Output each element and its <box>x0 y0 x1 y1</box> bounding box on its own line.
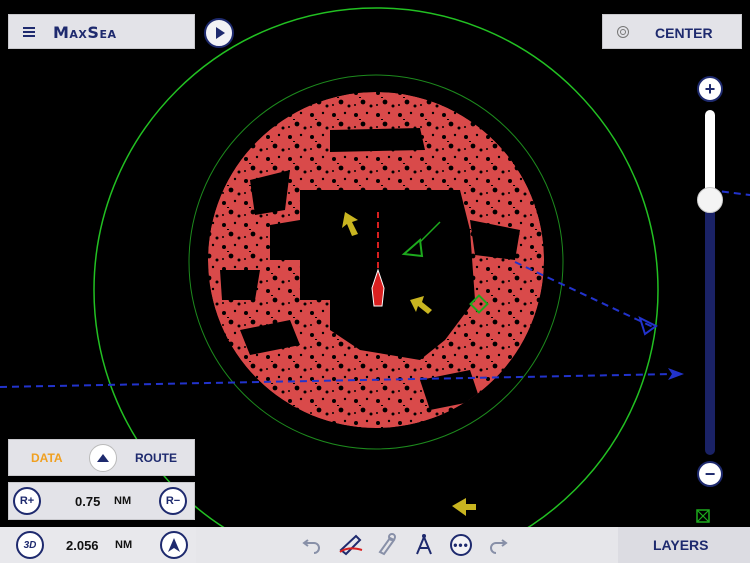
triangle-up-icon <box>97 454 109 462</box>
target-icon <box>617 26 629 38</box>
toggle-panel-button[interactable] <box>89 444 117 472</box>
app-header: MaxSea <box>8 14 195 49</box>
play-icon <box>216 27 225 39</box>
tools-icon[interactable] <box>376 532 398 556</box>
more-icon[interactable]: ••• <box>450 534 472 556</box>
range-unit: NM <box>114 495 132 507</box>
route-tab[interactable]: ROUTE <box>135 451 177 465</box>
range-increase-button[interactable]: R+ <box>13 487 41 515</box>
scale-value: 2.056 <box>66 538 99 553</box>
range-decrease-button[interactable]: R− <box>159 487 187 515</box>
zoom-track-lower <box>705 200 715 455</box>
boat-route-icon[interactable] <box>338 532 364 556</box>
compass-draw-icon[interactable] <box>414 532 434 556</box>
scale-unit: NM <box>115 539 133 551</box>
toolbar: ••• <box>196 527 618 563</box>
route-marker-icon <box>638 316 658 336</box>
orientation-button[interactable] <box>160 531 188 559</box>
zoom-out-button[interactable]: − <box>697 461 723 487</box>
data-route-panel: DATA ROUTE <box>8 439 195 476</box>
target-arrow-icon <box>452 498 476 516</box>
plus-icon: + <box>704 79 716 99</box>
range-panel: R+ 0.75 NM R− <box>8 482 195 520</box>
north-arrow-icon <box>168 538 180 552</box>
app-logo: MaxSea <box>53 23 117 42</box>
data-tab[interactable]: DATA <box>31 451 63 465</box>
redo-icon[interactable] <box>488 534 508 554</box>
layers-button[interactable]: LAYERS <box>618 527 750 563</box>
range-minus-label: R− <box>165 495 181 507</box>
route-arrow-icon <box>668 368 684 380</box>
minus-icon: − <box>704 464 716 484</box>
bottom-bar-left: 3D 2.056 NM <box>0 527 196 563</box>
hamburger-icon[interactable] <box>23 27 35 37</box>
3d-label: 3D <box>23 539 37 551</box>
range-plus-label: R+ <box>19 495 35 507</box>
center-button[interactable]: CENTER <box>602 14 742 49</box>
range-value: 0.75 <box>75 494 101 509</box>
radar-display[interactable] <box>0 0 750 563</box>
3d-mode-button[interactable]: 3D <box>16 531 44 559</box>
play-button[interactable] <box>204 18 234 48</box>
zoom-slider-thumb[interactable] <box>697 187 723 213</box>
zoom-in-button[interactable]: + <box>697 76 723 102</box>
undo-icon[interactable] <box>302 534 322 554</box>
center-label: CENTER <box>655 25 713 41</box>
layers-label: LAYERS <box>653 537 709 553</box>
